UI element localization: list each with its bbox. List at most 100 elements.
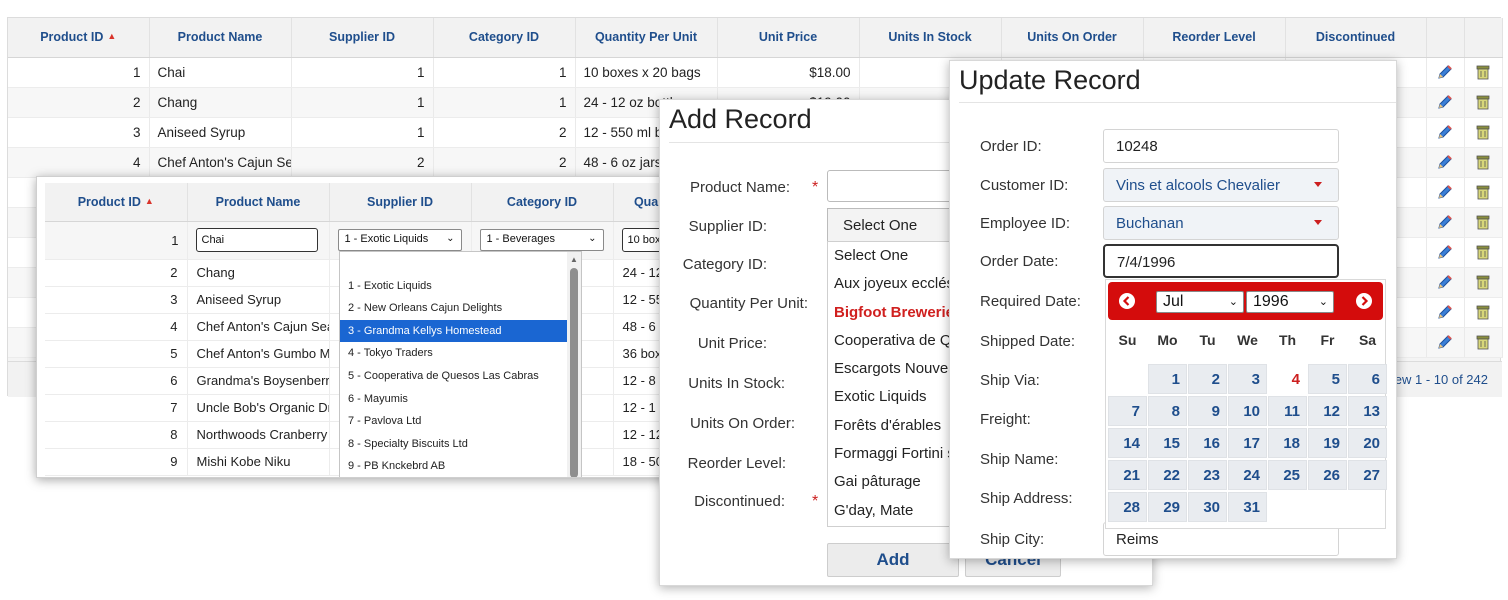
calendar-day[interactable]: 16	[1188, 428, 1227, 458]
order-date-field[interactable]: 7/4/1996	[1103, 244, 1339, 278]
col-header-supplier-id[interactable]: Supplier ID	[329, 183, 472, 222]
calendar-day[interactable]: 27	[1348, 460, 1387, 490]
calendar-day[interactable]: 15	[1148, 428, 1187, 458]
category-select[interactable]: 1 - Beverages ⌄	[479, 229, 604, 251]
trash-icon[interactable]	[1474, 183, 1492, 201]
calendar-day[interactable]: 11	[1268, 396, 1307, 426]
pencil-icon[interactable]	[1436, 93, 1454, 111]
add-button[interactable]: Add	[827, 543, 959, 577]
calendar-day[interactable]: 9	[1188, 396, 1227, 426]
col-header-discontinued[interactable]: Discontinued	[1285, 18, 1427, 58]
chevron-right-icon[interactable]	[1355, 292, 1373, 310]
dropdown-option[interactable]: 7 - Pavlova Ltd	[340, 410, 581, 433]
col-header-reorder-level[interactable]: Reorder Level	[1143, 18, 1286, 58]
calendar-day[interactable]: 13	[1348, 396, 1387, 426]
pencil-icon[interactable]	[1436, 243, 1454, 261]
calendar-day[interactable]: 12	[1308, 396, 1347, 426]
trash-icon[interactable]	[1474, 93, 1492, 111]
col-header-units-on-order[interactable]: Units On Order	[1001, 18, 1144, 58]
trash-icon[interactable]	[1474, 153, 1492, 171]
dropdown-option[interactable]	[340, 252, 581, 275]
supplier-select[interactable]: 1 - Exotic Liquids ⌄	[337, 229, 462, 251]
calendar-day[interactable]: 22	[1148, 460, 1187, 490]
calendar-day[interactable]: 23	[1188, 460, 1227, 490]
cell-edit	[1426, 177, 1465, 208]
calendar-day[interactable]: 19	[1308, 428, 1347, 458]
col-header-category-id[interactable]: Category ID	[433, 18, 576, 58]
col-header-category-id[interactable]: Category ID	[471, 183, 614, 222]
cell-product-id: 4	[45, 313, 188, 341]
chevron-left-icon[interactable]	[1118, 292, 1136, 310]
calendar-day[interactable]: 8	[1148, 396, 1187, 426]
year-select[interactable]: 1996 ⌄	[1246, 291, 1334, 313]
pencil-icon[interactable]	[1436, 123, 1454, 141]
calendar-day[interactable]: 28	[1108, 492, 1147, 522]
pencil-icon[interactable]	[1436, 63, 1454, 81]
calendar-day[interactable]: 18	[1268, 428, 1307, 458]
calendar-day[interactable]: 10	[1228, 396, 1267, 426]
col-header-product-id[interactable]: Product ID ▲	[8, 18, 150, 58]
dropdown-option[interactable]: 3 - Grandma Kellys Homestead	[340, 319, 581, 343]
dropdown-option[interactable]: 9 - PB Knckebrd AB	[340, 455, 581, 477]
label-ship-city: Ship City:	[980, 531, 1045, 548]
cell-unit-price: $18.00	[717, 57, 860, 88]
calendar-day[interactable]: 1	[1148, 364, 1187, 394]
label-category-id: Category ID:	[682, 256, 767, 273]
pencil-icon[interactable]	[1436, 183, 1454, 201]
calendar-day[interactable]: 21	[1108, 460, 1147, 490]
dropdown-option[interactable]: 4 - Tokyo Traders	[340, 342, 581, 365]
calendar-day-today[interactable]: 4	[1268, 364, 1307, 394]
order-id-field[interactable]: 10248	[1103, 129, 1339, 163]
dropdown-option[interactable]: 1 - Exotic Liquids	[340, 275, 581, 298]
trash-icon[interactable]	[1474, 273, 1492, 291]
calendar-day[interactable]: 31	[1228, 492, 1267, 522]
col-header-units-in-stock[interactable]: Units In Stock	[859, 18, 1002, 58]
col-header-product-name[interactable]: Product Name	[149, 18, 292, 58]
cell-product-id: 3	[8, 117, 150, 148]
col-header-unit-price[interactable]: Unit Price	[717, 18, 860, 58]
supplier-dropdown-list[interactable]: 1 - Exotic Liquids 2 - New Orleans Cajun …	[339, 251, 582, 477]
calendar-day[interactable]: 24	[1228, 460, 1267, 490]
calendar-day[interactable]: 2	[1188, 364, 1227, 394]
cell-category-id: 2	[433, 147, 576, 178]
trash-icon[interactable]	[1474, 333, 1492, 351]
pencil-icon[interactable]	[1436, 213, 1454, 231]
pencil-icon[interactable]	[1436, 303, 1454, 321]
col-header-supplier-id[interactable]: Supplier ID	[291, 18, 434, 58]
dropdown-option[interactable]: 5 - Cooperativa de Quesos Las Cabras	[340, 365, 581, 388]
col-header-product-id[interactable]: Product ID ▲	[45, 183, 188, 222]
cell-product-name: Chef Anton's Cajun Seasoning	[187, 313, 330, 341]
calendar-day[interactable]: 7	[1108, 396, 1147, 426]
calendar-day[interactable]: 17	[1228, 428, 1267, 458]
dropdown-option[interactable]: 6 - Mayumis	[340, 388, 581, 411]
trash-icon[interactable]	[1474, 123, 1492, 141]
trash-icon[interactable]	[1474, 63, 1492, 81]
dropdown-option[interactable]: 8 - Specialty Biscuits Ltd	[340, 433, 581, 456]
pencil-icon[interactable]	[1436, 153, 1454, 171]
calendar-day[interactable]: 14	[1108, 428, 1147, 458]
calendar-day[interactable]: 26	[1308, 460, 1347, 490]
col-header-quantity-per-unit[interactable]: Quantity Per Unit	[575, 18, 718, 58]
pencil-icon[interactable]	[1436, 333, 1454, 351]
calendar-day[interactable]: 29	[1148, 492, 1187, 522]
dropdown-option[interactable]: 2 - New Orleans Cajun Delights	[340, 297, 581, 320]
calendar-day[interactable]: 3	[1228, 364, 1267, 394]
scrollbar-thumb[interactable]	[570, 268, 578, 477]
product-name-input[interactable]	[195, 228, 318, 252]
trash-icon[interactable]	[1474, 303, 1492, 321]
pencil-icon[interactable]	[1436, 273, 1454, 291]
calendar-day[interactable]: 5	[1308, 364, 1347, 394]
calendar-day[interactable]: 25	[1268, 460, 1307, 490]
scrollbar[interactable]: ▲	[567, 252, 581, 477]
calendar-day[interactable]: 30	[1188, 492, 1227, 522]
cell-edit	[1426, 87, 1465, 118]
trash-icon[interactable]	[1474, 213, 1492, 231]
calendar-day[interactable]: 6	[1348, 364, 1387, 394]
scroll-up-icon[interactable]: ▲	[570, 255, 578, 264]
calendar-day[interactable]: 20	[1348, 428, 1387, 458]
col-header-product-name[interactable]: Product Name	[187, 183, 330, 222]
trash-icon[interactable]	[1474, 243, 1492, 261]
customer-select[interactable]: Vins et alcools Chevalier	[1103, 168, 1339, 202]
month-select[interactable]: Jul ⌄	[1156, 291, 1244, 313]
employee-select[interactable]: Buchanan	[1103, 206, 1339, 240]
